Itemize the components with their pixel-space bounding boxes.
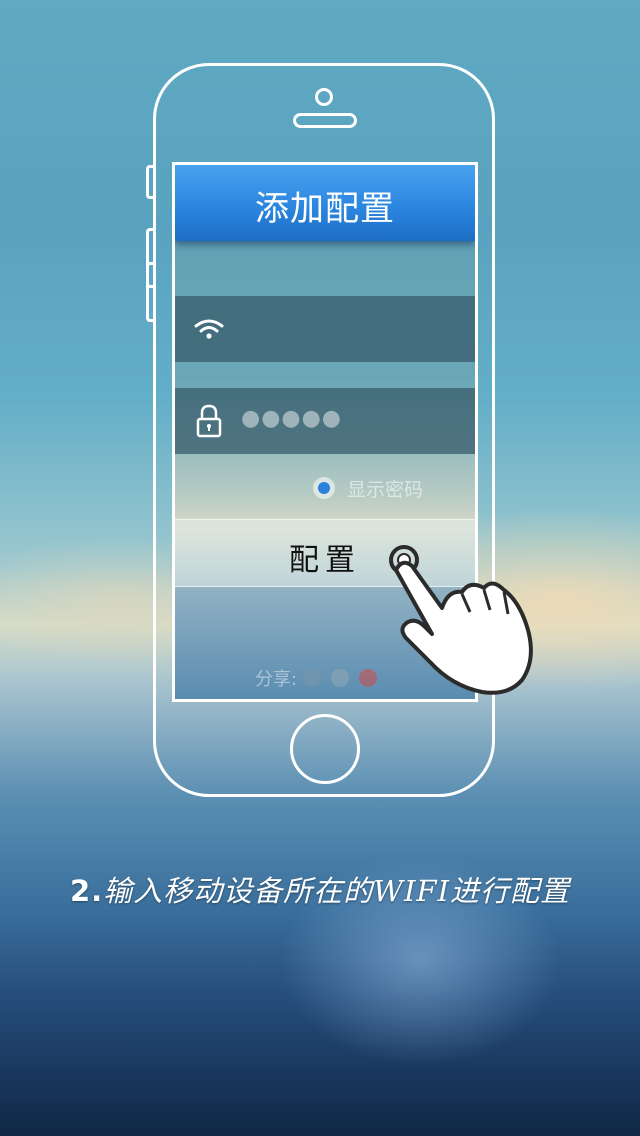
step-text: 输入移动设备所在的WIFI进行配置 (103, 874, 571, 908)
password-field[interactable]: ●●●●● (175, 388, 475, 454)
radio-selected-dot (318, 482, 330, 494)
share-qzone-icon[interactable] (331, 669, 350, 687)
phone-camera (315, 88, 333, 106)
lock-icon (196, 404, 222, 438)
share-weibo-icon[interactable] (359, 669, 378, 687)
show-password-toggle[interactable]: 显示密码 (313, 473, 423, 503)
nav-bar: 添加配置 (175, 165, 475, 241)
phone-volume-down (146, 262, 154, 322)
wifi-ssid-field[interactable] (175, 296, 475, 362)
show-password-label: 显示密码 (347, 478, 424, 501)
show-password-radio[interactable] (313, 477, 335, 499)
share-label: 分享: (255, 669, 298, 690)
share-qq-icon[interactable] (303, 669, 322, 687)
phone-silent-switch (146, 165, 154, 199)
phone-speaker (293, 113, 357, 128)
wifi-icon (194, 319, 224, 339)
step-number: 2. (69, 874, 104, 908)
step-caption: 2.输入移动设备所在的WIFI进行配置 (0, 868, 640, 910)
share-row: 分享: (255, 665, 387, 691)
tap-hand-icon (389, 545, 533, 695)
phone-home-button (290, 714, 360, 784)
nav-title: 添加配置 (255, 189, 395, 229)
password-value: ●●●●● (241, 406, 342, 431)
